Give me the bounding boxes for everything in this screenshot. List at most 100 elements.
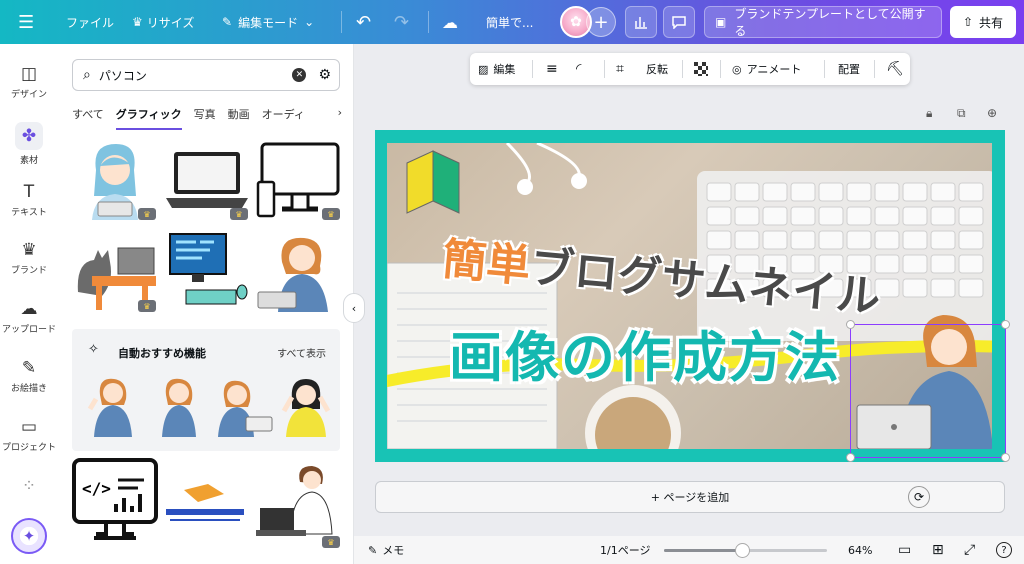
add-page-button[interactable]: + ページを追加 ⟳	[375, 481, 1005, 513]
resize-handle[interactable]	[846, 453, 855, 462]
rail-item-text[interactable]: T テキスト	[0, 182, 58, 218]
graphic-thumbnail[interactable]: ♛	[72, 140, 158, 220]
graphic-thumbnail[interactable]	[150, 375, 208, 437]
rail-item-label: テキスト	[11, 208, 47, 218]
filter-icon[interactable]: ⚙	[318, 67, 331, 83]
see-all-link[interactable]: すべて表示	[277, 345, 326, 360]
transparency-icon[interactable]	[694, 53, 708, 85]
duplicate-page-icon[interactable]: ⧉	[957, 106, 966, 121]
auto-recommend-section: ✧ 自動おすすめ機能 すべて表示	[72, 329, 340, 451]
redo-icon[interactable]: ↷	[394, 0, 409, 44]
crown-icon: ♛	[322, 536, 340, 548]
main-title-text[interactable]: 画像の作成方法	[449, 313, 841, 392]
tab-audio[interactable]: オーディ	[262, 106, 305, 130]
tab-all[interactable]: すべて	[72, 106, 104, 130]
edit-image-button[interactable]: ▨ 編集	[478, 53, 515, 85]
border-style-icon[interactable]: ≡	[546, 53, 558, 85]
add-page-label: + ページを追加	[650, 491, 730, 504]
graphic-thumbnail[interactable]: </>	[72, 458, 158, 548]
insights-icon[interactable]	[625, 6, 657, 38]
cloud-saved-icon[interactable]: ☁	[442, 0, 458, 44]
rail-item-draw[interactable]: ✎ お絵描き	[0, 358, 58, 394]
publish-brand-template-button[interactable]: ▣ ブランドテンプレートとして公開する	[704, 6, 942, 38]
zoom-slider[interactable]	[664, 543, 827, 558]
divider	[428, 11, 429, 33]
magic-sparkle-button[interactable]: ✦	[11, 518, 47, 554]
page-indicator[interactable]: 1/1ページ	[600, 536, 650, 564]
rail-item-label: 素材	[19, 156, 38, 166]
undo-icon[interactable]: ↶	[356, 0, 371, 44]
zoom-slider-knob[interactable]	[735, 543, 751, 558]
zoom-slider-fill	[664, 549, 743, 552]
rail-item-apps[interactable]: ⁘	[0, 476, 58, 499]
notes-button[interactable]: ✎ メモ	[368, 536, 404, 564]
crown-icon: ♛	[230, 208, 248, 220]
fullscreen-icon[interactable]: ⤢	[964, 536, 975, 564]
search-box[interactable]: ⌕ パソコン ✕ ⚙	[72, 59, 340, 91]
search-icon: ⌕	[83, 67, 91, 83]
share-label: 共有	[979, 15, 1004, 30]
paint-roller-icon[interactable]: ⛏	[886, 53, 904, 85]
help-button[interactable]: ?	[996, 536, 1012, 564]
rail-item-label: プロジェクト	[1, 443, 56, 453]
pencil-icon: ✎	[222, 15, 233, 29]
rail-item-elements[interactable]: ✤ 素材	[0, 122, 58, 166]
lock-icon[interactable]: 🔒︎	[926, 106, 932, 121]
graphic-thumbnail[interactable]: ♛	[256, 464, 342, 548]
left-rail: ◫ デザイン ✤ 素材 T テキスト ♛ ブランド ☁ アップロード ✎ お絵描…	[0, 44, 58, 564]
zoom-level[interactable]: 64%	[848, 536, 872, 564]
selection-box[interactable]	[846, 320, 1010, 462]
image-edit-icon: ▨	[478, 62, 489, 76]
add-collaborator-button[interactable]: +	[586, 7, 616, 37]
chevron-right-icon[interactable]: ›	[338, 106, 342, 119]
search-input[interactable]: パソコン	[99, 67, 293, 84]
grid-view-icon[interactable]: ⊞	[932, 536, 944, 564]
rail-item-projects[interactable]: ▭ プロジェクト	[0, 417, 58, 453]
edit-mode-dropdown[interactable]: ✎ 編集モード ⌄	[222, 0, 314, 44]
chevron-down-icon: ⌄	[304, 15, 315, 29]
resize-label: リサイズ	[146, 15, 195, 30]
clear-icon[interactable]: ✕	[292, 68, 307, 82]
corner-rounding-icon[interactable]: ◜	[576, 53, 581, 85]
animate-label: アニメート	[746, 63, 802, 76]
graphic-thumbnail[interactable]	[256, 232, 342, 312]
crown-icon: ♛	[138, 208, 156, 220]
tab-videos[interactable]: 動画	[228, 106, 250, 130]
graphic-thumbnail[interactable]: ♛	[72, 232, 158, 312]
graphic-thumbnail[interactable]	[164, 480, 250, 530]
comment-icon[interactable]	[663, 6, 695, 38]
rail-item-brand[interactable]: ♛ ブランド	[0, 240, 58, 276]
crop-icon[interactable]: ⌗	[616, 53, 624, 85]
graphic-thumbnail[interactable]	[214, 375, 274, 437]
edit-label: 編集	[493, 63, 516, 76]
animate-button[interactable]: ◎ アニメート	[732, 53, 801, 85]
elements-panel: ⌕ パソコン ✕ ⚙ すべて グラフィック 写真 動画 オーディ › ♛ ♛ ♛…	[58, 44, 354, 564]
graphic-thumbnail[interactable]	[164, 232, 250, 312]
resize-handle[interactable]	[1001, 453, 1010, 462]
document-title[interactable]: 簡単で...	[486, 0, 533, 44]
resize-button[interactable]: ♛ リサイズ	[132, 0, 194, 44]
recommend-title: 自動おすすめ機能	[118, 347, 206, 360]
file-menu[interactable]: ファイル	[66, 0, 114, 44]
graphic-thumbnail[interactable]	[84, 375, 142, 437]
collapse-panel-button[interactable]: ‹	[343, 293, 365, 323]
graphic-thumbnail[interactable]: ♛	[256, 140, 342, 220]
top-bar: ☰ ファイル ♛ リサイズ ✎ 編集モード ⌄ ↶ ↷ ☁ 簡単で... ✿ +…	[0, 0, 1024, 44]
hamburger-menu-icon[interactable]: ☰	[18, 0, 34, 44]
share-button[interactable]: ⇧ 共有	[950, 6, 1016, 38]
refresh-icon[interactable]: ⟳	[908, 486, 930, 508]
tab-photos[interactable]: 写真	[194, 106, 216, 130]
resize-handle[interactable]	[1001, 320, 1010, 329]
context-toolbar: ▨ 編集 ≡ ◜ ⌗ 反転 ◎ アニメート 配置 ⛏	[470, 53, 910, 85]
add-page-icon[interactable]: ⊕	[987, 106, 997, 120]
rail-item-label: お絵描き	[10, 384, 47, 394]
rail-item-design[interactable]: ◫ デザイン	[0, 64, 58, 100]
resize-handle[interactable]	[846, 320, 855, 329]
graphic-thumbnail[interactable]: ♛	[164, 148, 250, 220]
rail-item-upload[interactable]: ☁ アップロード	[0, 299, 58, 335]
tab-graphics[interactable]: グラフィック	[115, 106, 182, 130]
graphic-thumbnail[interactable]	[278, 375, 334, 437]
flip-button[interactable]: 反転	[646, 53, 668, 85]
position-button[interactable]: 配置	[838, 53, 860, 85]
pages-view-icon[interactable]: ▭	[898, 536, 911, 564]
